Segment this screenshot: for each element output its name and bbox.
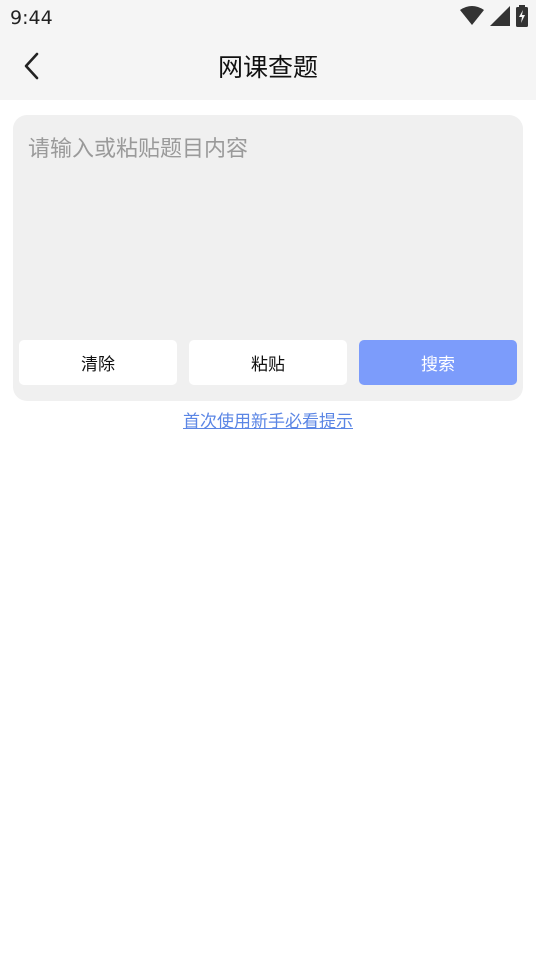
beginner-tips-link[interactable]: 首次使用新手必看提示 <box>0 407 536 432</box>
search-button[interactable]: 搜索 <box>359 340 517 385</box>
battery-charging-icon <box>516 5 528 31</box>
page-title: 网课查题 <box>217 53 318 82</box>
question-input[interactable] <box>13 115 523 335</box>
cell-signal-icon <box>490 6 510 30</box>
question-card: 清除 粘贴 搜索 <box>13 115 523 401</box>
wifi-icon <box>460 6 484 30</box>
clear-button[interactable]: 清除 <box>19 340 177 385</box>
app-bar: 网课查题 <box>0 36 536 100</box>
status-icons <box>460 5 528 31</box>
status-bar: 9:44 <box>0 0 536 36</box>
back-button[interactable] <box>14 50 50 86</box>
paste-button[interactable]: 粘贴 <box>189 340 347 385</box>
status-time: 9:44 <box>10 7 53 29</box>
chevron-left-icon <box>22 51 42 85</box>
